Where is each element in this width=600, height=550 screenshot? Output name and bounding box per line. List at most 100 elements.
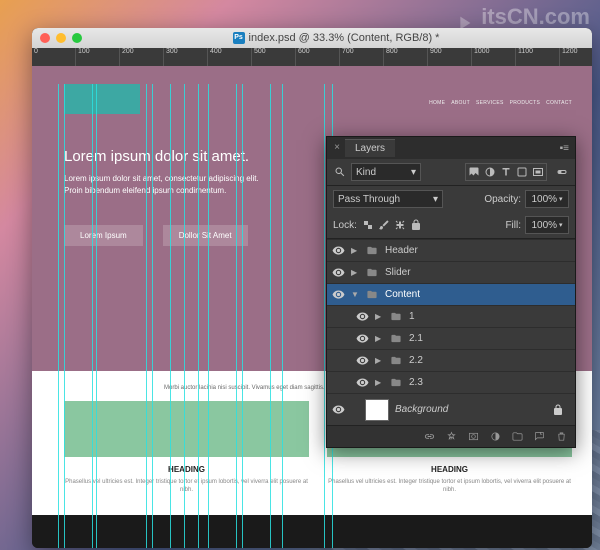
visibility-toggle-icon[interactable] [355, 310, 369, 324]
filter-kind-dropdown[interactable]: Kind▾ [351, 163, 421, 181]
hero-button-left: Lorem Ipsum [64, 225, 143, 246]
ruler-tick: 1200 [560, 48, 592, 66]
opacity-value[interactable]: 100%▾ [525, 190, 569, 208]
filter-adjustment-icon[interactable] [483, 165, 497, 179]
minimize-button[interactable] [56, 33, 66, 43]
blend-opacity-row: Pass Through▾ Opacity: 100%▾ [327, 186, 575, 212]
titlebar[interactable]: index.psd @ 33.3% (Content, RGB/8) * [32, 28, 592, 48]
layer-row[interactable]: ▶ 2.1 [327, 327, 575, 349]
lock-position-icon[interactable] [393, 218, 407, 232]
expand-arrow-icon[interactable]: ▶ [351, 246, 359, 255]
filter-pixel-icon[interactable] [467, 165, 481, 179]
layer-name: 2.3 [409, 377, 423, 388]
panel-close-icon[interactable]: × [333, 144, 341, 152]
nav-item: HOME [429, 100, 445, 106]
background-layer[interactable]: Background [327, 393, 575, 425]
visibility-toggle-icon[interactable] [331, 266, 345, 280]
filter-shape-icon[interactable] [515, 165, 529, 179]
fill-value[interactable]: 100%▾ [525, 216, 569, 234]
panel-menu-icon[interactable]: ▪≡ [554, 143, 575, 154]
layer-name: 1 [409, 311, 415, 322]
blend-mode-dropdown[interactable]: Pass Through▾ [333, 190, 443, 208]
visibility-toggle-icon[interactable] [355, 354, 369, 368]
nav-item: PRODUCTS [510, 100, 540, 106]
filter-type-icon[interactable] [499, 165, 513, 179]
horizontal-ruler[interactable]: 0100200300400500600700800900100011001200 [32, 48, 592, 66]
layer-row[interactable]: ▼Content [327, 283, 575, 305]
new-layer-icon[interactable] [533, 430, 545, 444]
filter-icons [465, 163, 547, 181]
lock-fill-row: Lock: Fill: 100%▾ [327, 212, 575, 238]
filter-toggle-icon[interactable] [555, 165, 569, 179]
nav-item: CONTACT [546, 100, 572, 106]
panel-footer: fx [327, 425, 575, 447]
lock-image-icon[interactable] [377, 218, 391, 232]
lock-transparent-icon[interactable] [361, 218, 375, 232]
card-heading: HEADING [327, 465, 572, 474]
ruler-tick: 500 [252, 48, 296, 66]
search-icon [333, 165, 347, 179]
content-card: HEADINGPhasellus vel ultricies est. Inte… [64, 401, 309, 495]
layer-row[interactable]: ▶Slider [327, 261, 575, 283]
ruler-tick: 900 [428, 48, 472, 66]
card-body: Phasellus vel ultricies est. Integer tri… [327, 478, 572, 495]
close-button[interactable] [40, 33, 50, 43]
layer-name: 2.1 [409, 333, 423, 344]
logo-placeholder [64, 84, 140, 114]
card-image [64, 401, 309, 457]
nav-item: ABOUT [451, 100, 470, 106]
link-layers-icon[interactable] [423, 430, 435, 444]
folder-icon [389, 333, 403, 344]
folder-icon [365, 289, 379, 300]
expand-arrow-icon[interactable]: ▼ [351, 290, 359, 299]
ruler-tick: 0 [32, 48, 76, 66]
layer-row[interactable]: ▶2.2 [327, 349, 575, 371]
layers-panel[interactable]: × Layers ▪≡ Kind▾ Pass Through▾ Opacity:… [326, 136, 576, 448]
card-body: Phasellus vel ultricies est. Integer tri… [64, 478, 309, 495]
ruler-tick: 400 [208, 48, 252, 66]
lock-icon[interactable] [551, 403, 565, 417]
layer-name: Header [385, 245, 418, 256]
visibility-toggle-icon[interactable] [355, 332, 369, 346]
fill-label: Fill: [505, 220, 521, 231]
layer-row[interactable]: ▶ 2.3 [327, 371, 575, 393]
expand-arrow-icon[interactable]: ▶ [375, 312, 383, 321]
document-title: index.psd @ 33.3% (Content, RGB/8) * [88, 32, 584, 44]
filter-kind-label: Kind [356, 167, 376, 178]
layer-style-icon[interactable]: fx [445, 430, 457, 444]
layer-row[interactable]: ▶ Header [327, 239, 575, 261]
nav-item: SERVICES [476, 100, 504, 106]
hero-button-right: Dollor Sit Amet [163, 225, 248, 246]
layer-list: ▶Header▶Slider▼Content▶1▶2.1▶2.2▶2.3 [327, 239, 575, 393]
folder-icon [389, 355, 403, 366]
visibility-toggle-icon[interactable] [331, 403, 345, 417]
layer-row[interactable]: ▶1 [327, 305, 575, 327]
hero-body: Lorem ipsum dolor sit amet, consectetur … [64, 173, 274, 197]
document-title-text: index.psd @ 33.3% (Content, RGB/8) * [249, 32, 440, 44]
delete-layer-icon[interactable] [555, 430, 567, 444]
expand-arrow-icon[interactable]: ▶ [375, 334, 383, 343]
maximize-button[interactable] [72, 33, 82, 43]
expand-arrow-icon[interactable]: ▶ [375, 378, 383, 387]
lock-all-icon[interactable] [409, 218, 423, 232]
adjustment-layer-icon[interactable] [489, 430, 501, 444]
visibility-toggle-icon[interactable] [331, 244, 345, 258]
layer-filter-row: Kind▾ [327, 159, 575, 185]
ruler-tick: 300 [164, 48, 208, 66]
expand-arrow-icon[interactable]: ▶ [375, 356, 383, 365]
design-nav: HOME ABOUT SERVICES PRODUCTS CONTACT [429, 100, 572, 106]
layers-tab[interactable]: Layers [345, 139, 395, 157]
photoshop-icon [233, 32, 245, 44]
blend-mode-label: Pass Through [338, 194, 400, 205]
panel-tab-row: × Layers ▪≡ [327, 137, 575, 159]
ruler-tick: 1100 [516, 48, 560, 66]
new-group-icon[interactable] [511, 430, 523, 444]
folder-icon [365, 267, 379, 278]
visibility-toggle-icon[interactable] [355, 376, 369, 390]
filter-smart-icon[interactable] [531, 165, 545, 179]
ruler-tick: 700 [340, 48, 384, 66]
folder-icon [389, 311, 403, 322]
visibility-toggle-icon[interactable] [331, 288, 345, 302]
expand-arrow-icon[interactable]: ▶ [351, 268, 359, 277]
layer-mask-icon[interactable] [467, 430, 479, 444]
